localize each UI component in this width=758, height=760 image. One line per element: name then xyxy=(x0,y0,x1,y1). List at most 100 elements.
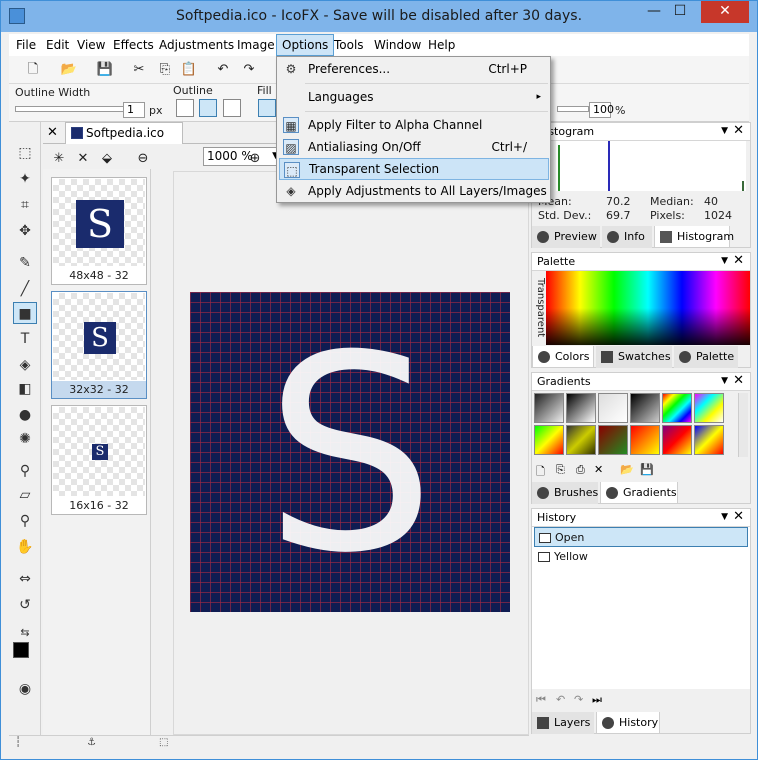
close-document-icon[interactable]: ✕ xyxy=(47,125,58,140)
gradient-swatch[interactable] xyxy=(534,393,564,423)
marquee-select-icon[interactable]: ⬚ xyxy=(13,142,37,164)
gradient-swatch[interactable] xyxy=(662,393,692,423)
open-gradient-icon[interactable]: 📂 xyxy=(620,463,634,476)
copy-icon[interactable]: ⎘ xyxy=(155,60,175,80)
hand-icon[interactable]: ✋ xyxy=(13,536,37,558)
magic-wand-icon[interactable]: ✦ xyxy=(13,168,37,190)
eraser-icon[interactable]: ◧ xyxy=(13,378,37,400)
thumbnail-16[interactable]: S 16x16 - 32 xyxy=(51,405,147,515)
outline-width-slider[interactable] xyxy=(15,106,125,112)
menu-file[interactable]: File xyxy=(11,34,41,56)
burn-icon[interactable]: ✺ xyxy=(13,428,37,450)
menu-effects[interactable]: Effects xyxy=(108,34,159,56)
flip-icon[interactable]: ⇔ xyxy=(13,568,37,590)
line-icon[interactable]: ╱ xyxy=(13,278,37,300)
close-panel-icon[interactable]: ✕ xyxy=(733,252,744,269)
opacity-input[interactable]: 100 xyxy=(589,102,614,118)
zoom-icon[interactable]: ⚲ xyxy=(13,510,37,532)
menu-options[interactable]: Options xyxy=(276,34,335,56)
outline-mode-none[interactable] xyxy=(176,99,194,117)
gradient-swatch[interactable] xyxy=(566,393,596,423)
fill-bucket-icon[interactable]: ◈ xyxy=(13,354,37,376)
pixel-canvas[interactable]: S xyxy=(190,292,510,612)
gradient-swatch[interactable] xyxy=(534,425,564,455)
history-redo-icon[interactable]: ↷ xyxy=(574,693,583,706)
menu-image[interactable]: Image xyxy=(232,34,280,56)
save-gradient-icon[interactable]: 💾 xyxy=(640,463,654,476)
zoom-in-icon[interactable]: ⊕ xyxy=(245,149,265,169)
outline-width-input[interactable]: 1 xyxy=(123,102,145,118)
maximize-button[interactable]: ☐ xyxy=(667,1,693,23)
redo-icon[interactable]: ↷ xyxy=(239,60,259,80)
history-first-icon[interactable]: ⏮ xyxy=(536,693,546,707)
tab-info[interactable]: Info xyxy=(602,226,652,248)
delete-image-icon[interactable]: ✕ xyxy=(73,149,93,169)
image-format-icon[interactable]: ⬙ xyxy=(97,149,117,169)
transparent-swatch[interactable]: Transparent xyxy=(532,273,546,343)
foreground-color[interactable] xyxy=(13,642,29,658)
gradient-swatch[interactable] xyxy=(694,425,724,455)
history-last-icon[interactable]: ⏭ xyxy=(592,693,602,707)
thumbnail-48[interactable]: S 48x48 - 32 xyxy=(51,177,147,285)
menu-tools[interactable]: Tools xyxy=(329,34,369,56)
zoom-select[interactable]: 1000 %▼ xyxy=(203,147,283,166)
menu-item-apply-adjustments-all[interactable]: ◈ Apply Adjustments to All Layers/Images xyxy=(279,180,549,202)
history-item-open[interactable]: Open xyxy=(534,527,748,547)
cut-icon[interactable]: ✂ xyxy=(129,60,149,80)
menu-item-antialiasing[interactable]: ▨ Antialiasing On/Off Ctrl+/ xyxy=(279,136,549,158)
gradient-swatch[interactable] xyxy=(598,393,628,423)
outline-mode-solid[interactable] xyxy=(199,99,217,117)
swap-colors-icon[interactable]: ⇆ xyxy=(13,622,37,644)
pin-icon[interactable]: ▼ xyxy=(721,509,728,526)
rotate-icon[interactable]: ↺ xyxy=(13,594,37,616)
menu-help[interactable]: Help xyxy=(423,34,460,56)
close-panel-icon[interactable]: ✕ xyxy=(733,122,744,139)
gradient-swatch[interactable] xyxy=(566,425,596,455)
gradient-swatch[interactable] xyxy=(694,393,724,423)
brush-icon[interactable]: ✎ xyxy=(13,252,37,274)
color-spectrum[interactable] xyxy=(546,271,750,345)
delete-gradient-icon[interactable]: ✕ xyxy=(594,463,603,476)
document-tab[interactable]: Softpedia.ico xyxy=(65,122,183,144)
menu-item-apply-filter-alpha[interactable]: ▦ Apply Filter to Alpha Channel xyxy=(279,114,549,136)
zoom-out-icon[interactable]: ⊖ xyxy=(133,149,153,169)
pin-icon[interactable]: ▼ xyxy=(721,123,728,140)
tab-gradients[interactable]: Gradients xyxy=(600,482,678,504)
fill-mode-solid[interactable] xyxy=(258,99,276,117)
undo-icon[interactable]: ↶ xyxy=(213,60,233,80)
gradient-swatch[interactable] xyxy=(598,425,628,455)
text-icon[interactable]: T xyxy=(13,328,37,350)
tab-history[interactable]: History xyxy=(596,712,660,734)
menu-adjustments[interactable]: Adjustments xyxy=(154,34,239,56)
pin-icon[interactable]: ▼ xyxy=(721,373,728,390)
tab-layers[interactable]: Layers xyxy=(532,712,594,734)
minimize-button[interactable]: — xyxy=(641,1,667,23)
history-undo-icon[interactable]: ↶ xyxy=(556,693,565,706)
paste-icon[interactable]: 📋 xyxy=(179,60,199,80)
gradient-swatch[interactable] xyxy=(662,425,692,455)
measure-icon[interactable]: ▱ xyxy=(13,484,37,506)
tab-palette[interactable]: Palette xyxy=(674,346,738,368)
canvas-area[interactable]: S xyxy=(173,171,529,735)
gradient-swatch[interactable] xyxy=(630,425,660,455)
thumbnail-32[interactable]: S 32x32 - 32 xyxy=(51,291,147,399)
tab-swatches[interactable]: Swatches xyxy=(596,346,672,368)
tab-colors[interactable]: Colors xyxy=(532,346,594,368)
menu-item-transparent-selection[interactable]: ⬚ Transparent Selection xyxy=(279,158,549,180)
edit-gradient-icon[interactable]: ⎙ xyxy=(576,463,585,477)
new-image-icon[interactable]: ✳ xyxy=(49,149,69,169)
history-item-yellow[interactable]: Yellow xyxy=(534,547,748,567)
outline-mode-dash[interactable] xyxy=(223,99,241,117)
close-panel-icon[interactable]: ✕ xyxy=(733,508,744,525)
gradient-swatch[interactable] xyxy=(630,393,660,423)
duplicate-gradient-icon[interactable]: ⎘ xyxy=(556,463,565,477)
open-folder-icon[interactable]: 📂 xyxy=(59,60,79,80)
menu-window[interactable]: Window xyxy=(369,34,426,56)
new-gradient-icon[interactable]: 🗋 xyxy=(536,463,545,482)
menu-item-preferences[interactable]: ⚙ Preferences... Ctrl+P xyxy=(279,58,549,80)
crop-icon[interactable]: ⌗ xyxy=(13,194,37,216)
close-button[interactable]: ✕ xyxy=(701,1,749,23)
eyedropper-icon[interactable]: ⚲ xyxy=(13,460,37,482)
blur-drop-icon[interactable]: ● xyxy=(13,404,37,426)
pin-icon[interactable]: ▼ xyxy=(721,253,728,270)
